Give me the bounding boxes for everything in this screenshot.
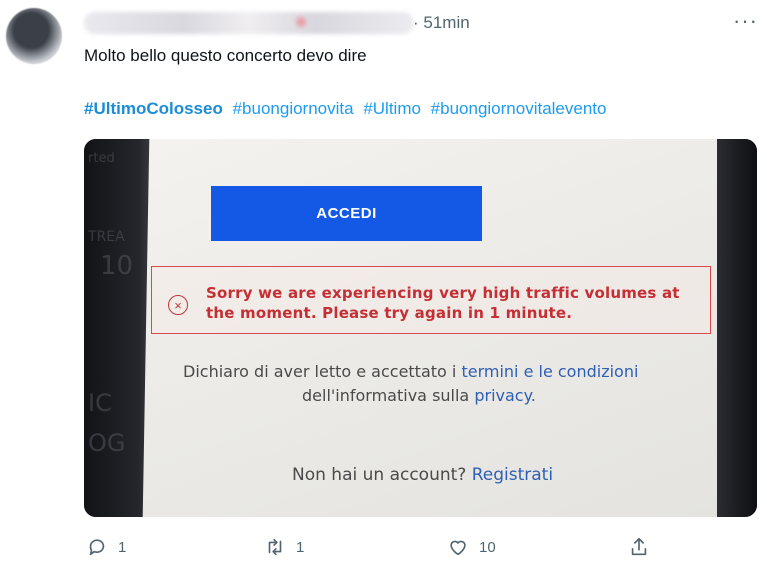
reply-icon [89, 539, 105, 556]
signup-text: Non hai un account? [292, 465, 467, 485]
like-count: 10 [479, 538, 496, 556]
share-icon [631, 537, 647, 556]
tweet-text: Molto bello questo concerto devo dire [84, 46, 367, 65]
accedi-button: ACCEDI [211, 186, 482, 241]
register-link: Registrati [471, 465, 554, 485]
consent-text: Dichiaro di aver letto e accettato i [183, 362, 457, 381]
more-options-icon[interactable]: ··· [733, 8, 758, 34]
retweet-count: 1 [296, 538, 305, 556]
edge-fragment: 10 [100, 251, 134, 281]
edge-fragment: rted [88, 151, 115, 166]
reply-action[interactable]: 1 [86, 536, 126, 558]
hashtag-link[interactable]: #buongiornovita [233, 99, 354, 118]
privacy-link: privacy. [474, 386, 536, 405]
blurred-emoji [296, 17, 306, 27]
edge-fragment: OG [88, 429, 126, 457]
hashtag-link[interactable]: #buongiornovitalevento [431, 99, 607, 118]
photo-left-edge: rted TREA 10 IC OG [84, 139, 152, 517]
retweet-icon [268, 538, 282, 556]
reply-count: 1 [118, 538, 127, 556]
heart-icon [450, 540, 466, 556]
hashtag-list: #UltimoColosseo #buongiornovita #Ultimo … [84, 99, 611, 119]
consent-line-2: dell'informativa sulla privacy. [302, 386, 536, 405]
avatar[interactable] [6, 8, 62, 64]
error-message: Sorry we are experiencing very high traf… [206, 284, 680, 322]
signup-prompt: Non hai un account? Registrati [292, 465, 553, 485]
hashtag-link[interactable]: #UltimoColosseo [84, 99, 223, 118]
retweet-action[interactable]: 1 [264, 536, 304, 558]
hashtag-link[interactable]: #Ultimo [363, 99, 421, 118]
consent-line-1: Dichiaro di aver letto e accettato i ter… [183, 362, 638, 381]
edge-fragment: IC [88, 389, 112, 417]
error-x-icon: × [168, 295, 188, 315]
like-action[interactable]: 10 [447, 536, 496, 558]
blurred-username[interactable] [84, 12, 414, 34]
terms-link: termini e le condizioni [461, 362, 639, 381]
share-action[interactable] [628, 536, 650, 558]
edge-fragment: TREA [88, 229, 125, 245]
tweet-timestamp[interactable]: · 51min [413, 13, 470, 33]
consent-text: dell'informativa sulla [302, 386, 470, 405]
photo-right-edge [717, 139, 757, 517]
